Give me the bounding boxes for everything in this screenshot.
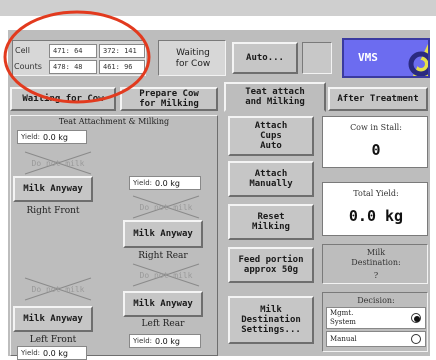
- annotation-circle: [3, 10, 151, 104]
